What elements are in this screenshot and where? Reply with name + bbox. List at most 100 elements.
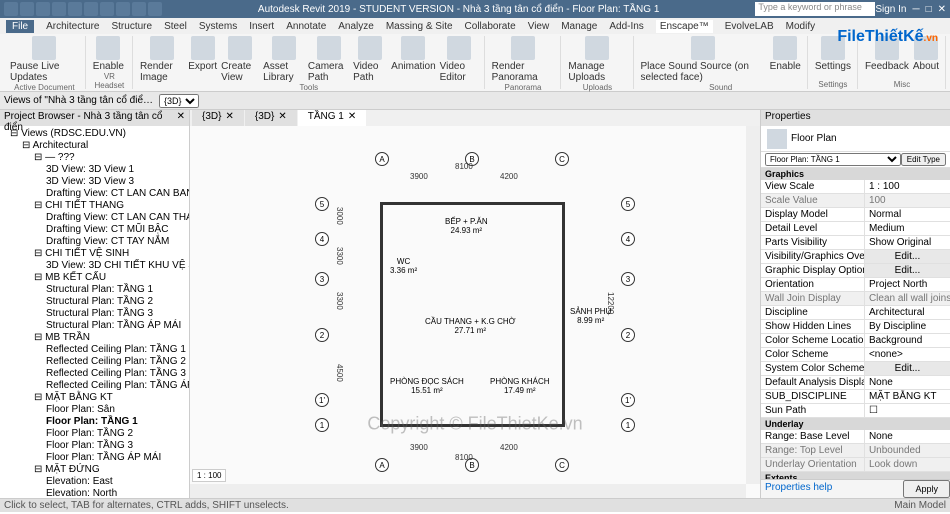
tree-node[interactable]: Structural Plan: TẦNG 1 [2, 284, 187, 296]
menu-item[interactable]: Modify [786, 21, 815, 32]
tree-node[interactable]: Floor Plan: TẦNG 3 [2, 440, 187, 452]
type-selector[interactable]: Floor Plan [761, 126, 950, 152]
close-icon[interactable]: ✕ [348, 111, 356, 125]
doc-tab[interactable]: {3D}✕ [245, 110, 297, 126]
menu-item[interactable]: View [528, 21, 550, 32]
vertical-scrollbar[interactable] [746, 126, 760, 484]
tree-node[interactable]: Floor Plan: TẦNG 2 [2, 428, 187, 440]
animation-button[interactable]: Animation [391, 36, 435, 72]
asset-library-button[interactable]: Asset Library [263, 36, 304, 83]
video-path-button[interactable]: Video Path [353, 36, 387, 83]
pause-updates-button[interactable]: Pause Live Updates [10, 36, 79, 83]
property-row[interactable]: DisciplineArchitectural [761, 306, 950, 320]
menu-item[interactable]: Structure [111, 21, 152, 32]
project-tree[interactable]: ⊟ Views (RDSC.EDU.VN)⊟ Architectural⊟ — … [0, 126, 189, 498]
close-icon[interactable]: ✕ [225, 111, 233, 125]
menu-item[interactable]: Insert [249, 21, 274, 32]
instance-select[interactable]: Floor Plan: TẦNG 1 [765, 153, 901, 166]
tree-node[interactable]: Floor Plan: Sân [2, 404, 187, 416]
property-row[interactable]: Detail LevelMedium [761, 222, 950, 236]
tree-node[interactable]: ⊟ — ??? [2, 152, 187, 164]
tree-node[interactable]: Structural Plan: TẦNG 3 [2, 308, 187, 320]
menu-item[interactable]: Steel [164, 21, 187, 32]
manage-uploads-button[interactable]: Manage Uploads [568, 36, 626, 83]
property-row[interactable]: Wall Join DisplayClean all wall joins [761, 292, 950, 306]
property-category[interactable]: Underlay [761, 418, 950, 430]
qat-icon[interactable] [52, 2, 66, 16]
qat-icon[interactable] [100, 2, 114, 16]
tree-node[interactable]: ⊟ MB KẾT CẤU [2, 272, 187, 284]
properties-grid[interactable]: GraphicsView Scale1 : 100Scale Value100D… [761, 168, 950, 479]
property-row[interactable]: Sun Path☐ [761, 404, 950, 418]
doc-tab[interactable]: {3D}✕ [192, 110, 244, 126]
property-row[interactable]: Graphic Display OptionsEdit... [761, 264, 950, 278]
close-icon[interactable]: ✕ [278, 111, 286, 125]
tree-node[interactable]: Reflected Ceiling Plan: TẦNG 1 [2, 344, 187, 356]
property-row[interactable]: Color Scheme<none> [761, 348, 950, 362]
tree-node[interactable]: Drafting View: CT TAY NẮM [2, 236, 187, 248]
tree-node[interactable]: ⊟ CHI TIẾT THANG [2, 200, 187, 212]
qat-icon[interactable] [68, 2, 82, 16]
view-control-bar[interactable]: 1 : 100 [192, 469, 226, 482]
menu-item[interactable]: Annotate [286, 21, 326, 32]
property-row[interactable]: Range: Base LevelNone [761, 430, 950, 444]
tree-node[interactable]: Structural Plan: TẦNG 2 [2, 296, 187, 308]
property-category[interactable]: Extents [761, 472, 950, 479]
tree-node[interactable]: Drafting View: CT LAN CAN THANG [2, 212, 187, 224]
tree-node[interactable]: Floor Plan: TẦNG 1 [2, 416, 187, 428]
view-select[interactable]: {3D} [159, 94, 199, 108]
tree-node[interactable]: ⊟ CHI TIẾT VỆ SINH [2, 248, 187, 260]
property-row[interactable]: OrientationProject North [761, 278, 950, 292]
apply-button[interactable]: Apply [903, 480, 950, 498]
close-icon[interactable]: ✕ [938, 4, 946, 15]
tree-node[interactable]: Reflected Ceiling Plan: TẦNG 2 [2, 356, 187, 368]
tree-node[interactable]: Structural Plan: TẦNG ÁP MÁI [2, 320, 187, 332]
property-row[interactable]: Underlay OrientationLook down [761, 458, 950, 472]
viewport[interactable]: A B C A B C 1 1' 2 3 4 5 1 1' 2 3 4 5 39… [190, 126, 760, 498]
render-image-button[interactable]: Render Image [140, 36, 184, 83]
export-button[interactable]: Export [188, 36, 217, 72]
property-row[interactable]: Display ModelNormal [761, 208, 950, 222]
tree-node[interactable]: ⊟ MB TRẦN [2, 332, 187, 344]
property-row[interactable]: Default Analysis Display...None [761, 376, 950, 390]
qat-icon[interactable] [20, 2, 34, 16]
place-sound-button[interactable]: Place Sound Source (on selected face) [641, 36, 766, 83]
video-editor-button[interactable]: Video Editor [440, 36, 478, 83]
close-icon[interactable]: ✕ [177, 111, 185, 125]
render-panorama-button[interactable]: Render Panorama [492, 36, 555, 83]
property-row[interactable]: SUB_DISCIPLINEMẶT BẰNG KT [761, 390, 950, 404]
tree-node[interactable]: 3D View: 3D View 3 [2, 176, 187, 188]
tree-node[interactable]: Reflected Ceiling Plan: TẦNG 3 [2, 368, 187, 380]
menu-item[interactable]: EvolveLAB [725, 21, 774, 32]
property-row[interactable]: Range: Top LevelUnbounded [761, 444, 950, 458]
property-row[interactable]: Parts VisibilityShow Original [761, 236, 950, 250]
property-category[interactable]: Graphics [761, 168, 950, 180]
menu-item[interactable]: Architecture [46, 21, 99, 32]
qat-icon[interactable] [4, 2, 18, 16]
qat-icon[interactable] [36, 2, 50, 16]
edit-type-button[interactable]: Edit Type [901, 153, 946, 166]
menu-item-active[interactable]: Enscape™ [656, 20, 713, 33]
enable-vr-button[interactable]: Enable [93, 36, 124, 72]
properties-help-link[interactable]: Properties help [761, 480, 903, 498]
menu-item[interactable]: Analyze [338, 21, 374, 32]
camera-path-button[interactable]: Camera Path [308, 36, 349, 83]
tree-node[interactable]: Elevation: East [2, 476, 187, 488]
minimize-icon[interactable]: ─ [912, 4, 919, 15]
tree-node[interactable]: ⊟ Views (RDSC.EDU.VN) [2, 128, 187, 140]
maximize-icon[interactable]: □ [926, 4, 932, 15]
property-row[interactable]: View Scale1 : 100 [761, 180, 950, 194]
tree-node[interactable]: ⊟ MẶT BẰNG KT [2, 392, 187, 404]
tree-node[interactable]: 3D View: 3D CHI TIẾT KHU VỆ SINH [2, 260, 187, 272]
qat-icon[interactable] [148, 2, 162, 16]
tree-node[interactable]: Floor Plan: TẦNG ÁP MÁI [2, 452, 187, 464]
menu-item[interactable]: Collaborate [465, 21, 516, 32]
tree-node[interactable]: Drafting View: CT LAN CAN BAN CÔNG [2, 188, 187, 200]
menu-item[interactable]: Manage [561, 21, 597, 32]
search-input[interactable]: Type a keyword or phrase [755, 2, 875, 16]
property-row[interactable]: Visibility/Graphics Over...Edit... [761, 250, 950, 264]
menu-item[interactable]: Massing & Site [386, 21, 453, 32]
qat-icon[interactable] [132, 2, 146, 16]
horizontal-scrollbar[interactable] [190, 484, 746, 498]
enable-sound-button[interactable]: Enable [770, 36, 801, 72]
